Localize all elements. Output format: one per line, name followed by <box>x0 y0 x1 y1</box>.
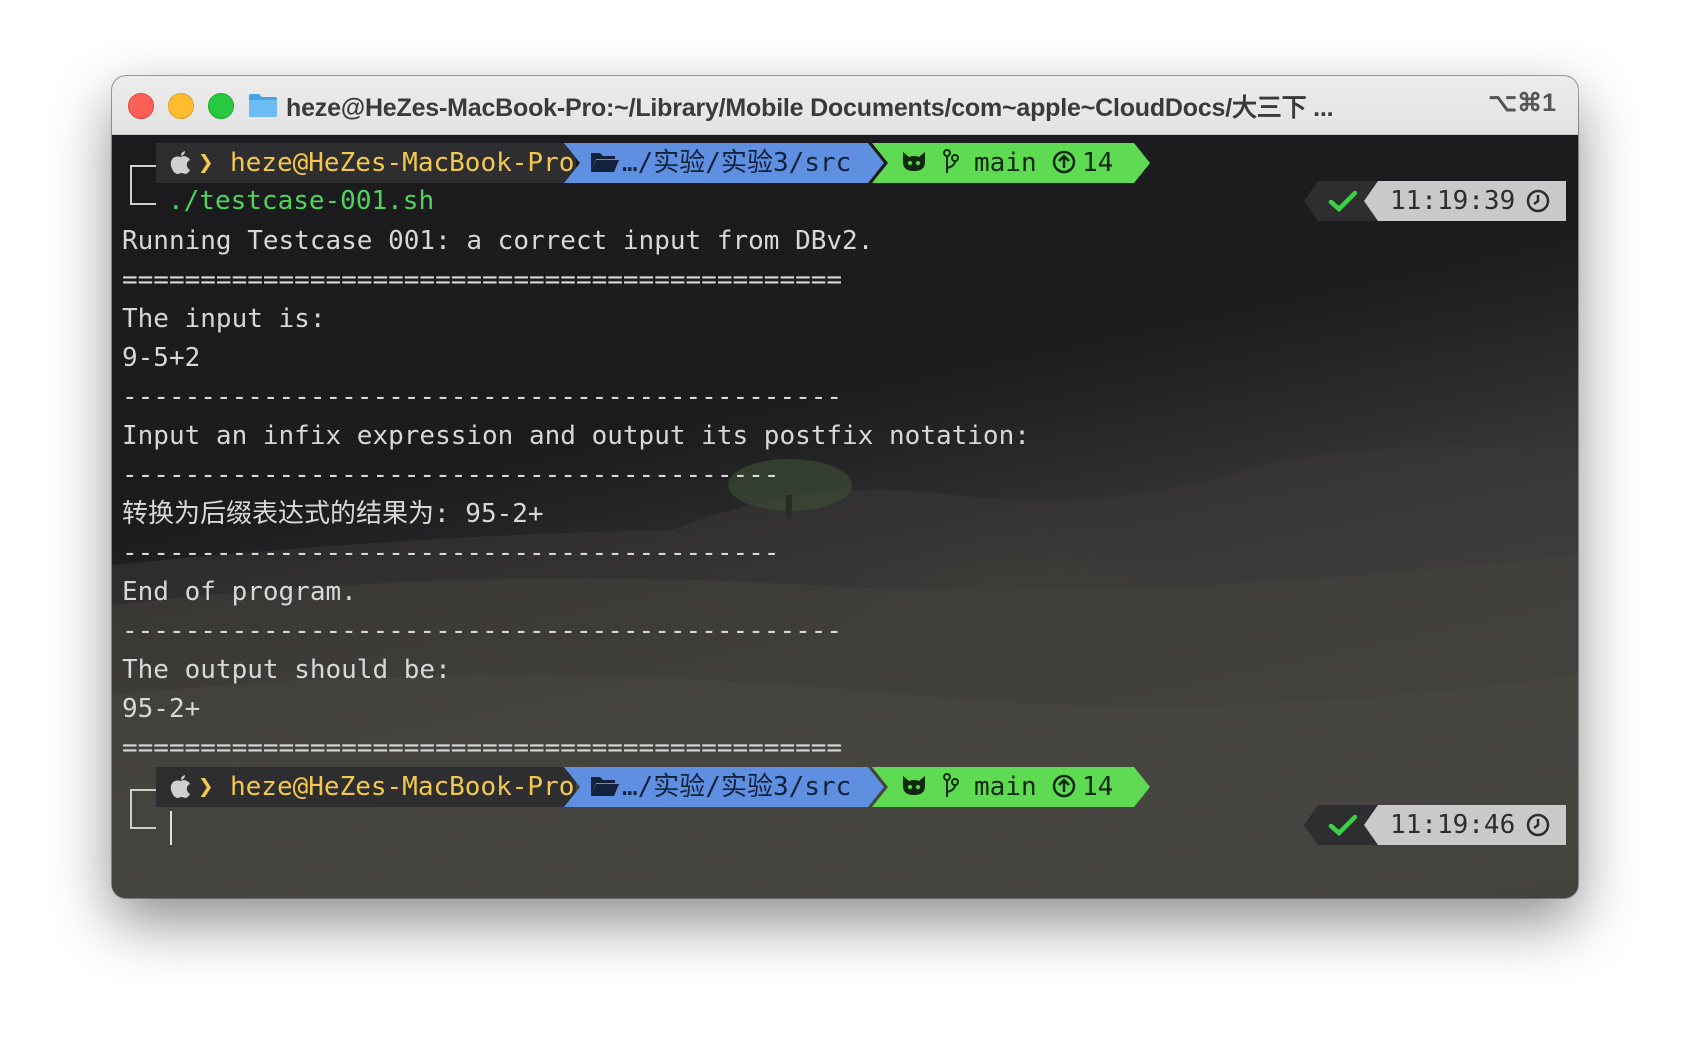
checkmark-icon <box>1328 190 1358 213</box>
folder-open-icon <box>590 143 620 183</box>
github-cat-icon <box>900 143 928 183</box>
apple-icon <box>170 143 192 183</box>
arrow-up-circle-icon <box>1052 767 1076 807</box>
prompt-user-segment: ❯ heze@HeZes-MacBook-Pro <box>156 767 576 807</box>
close-button[interactable] <box>128 93 154 119</box>
status-segment: 11:19:46 <box>1304 805 1566 845</box>
arrow-up-circle-icon <box>1052 143 1076 183</box>
clock-icon <box>1526 813 1550 837</box>
output-line: ========================================… <box>122 265 843 295</box>
window-title: heze@HeZes-MacBook-Pro:~/Library/Mobile … <box>286 94 1334 122</box>
prompt-user-segment: ❯ heze@HeZes-MacBook-Pro <box>156 143 576 183</box>
prompt-line: ❯ heze@HeZes-MacBook-Pro …/实验/实验3/src ma… <box>112 767 1212 807</box>
output-line: 9-5+2 <box>122 343 201 373</box>
output-line: ========================================… <box>122 733 843 763</box>
checkmark-icon <box>1328 814 1358 837</box>
prompt-path-segment: …/实验/实验3/src <box>564 143 884 183</box>
branch-icon <box>942 767 960 807</box>
prompt-git-segment: main 14 <box>872 143 1150 183</box>
status-time-segment: 11:19:46 <box>1364 805 1566 845</box>
status-segment: 11:19:39 <box>1304 181 1566 221</box>
git-ahead-count: 14 <box>1082 772 1114 802</box>
git-ahead-count: 14 <box>1082 148 1114 178</box>
folder-open-icon <box>590 767 620 807</box>
minimize-button[interactable] <box>168 93 194 119</box>
output-line: 95-2+ <box>122 694 201 724</box>
prompt-path-segment: …/实验/实验3/src <box>564 767 884 807</box>
prompt-user-host: heze@HeZes-MacBook-Pro <box>230 772 575 802</box>
clock-icon <box>1526 189 1550 213</box>
output-line: ----------------------------------------… <box>122 616 843 646</box>
output-line: ----------------------------------------… <box>122 460 780 490</box>
output-line: Input an infix expression and output its… <box>122 421 1030 451</box>
command-text: ./testcase-001.sh <box>168 186 435 216</box>
apple-icon <box>170 767 192 807</box>
chevron-right-icon: ❯ <box>198 148 214 178</box>
git-branch-name: main <box>974 148 1037 178</box>
status-time-segment: 11:19:39 <box>1364 181 1566 221</box>
prompt-git-segment: main 14 <box>872 767 1150 807</box>
output-line: End of program. <box>122 577 357 607</box>
text-cursor <box>170 811 172 845</box>
terminal-content[interactable]: ❯ heze@HeZes-MacBook-Pro …/实验/实验3/src ma… <box>112 135 1578 898</box>
output-line: Running Testcase 001: a correct input fr… <box>122 226 874 256</box>
prompt-time: 11:19:46 <box>1390 810 1516 840</box>
title-bar[interactable]: heze@HeZes-MacBook-Pro:~/Library/Mobile … <box>112 76 1578 135</box>
terminal-window: heze@HeZes-MacBook-Pro:~/Library/Mobile … <box>112 76 1578 898</box>
output-line: ----------------------------------------… <box>122 538 780 568</box>
output-line: The input is: <box>122 304 326 334</box>
prompt-path: …/实验/实验3/src <box>622 148 852 178</box>
prompt-line: ❯ heze@HeZes-MacBook-Pro …/实验/实验3/src ma… <box>112 143 1212 183</box>
prompt-user-host: heze@HeZes-MacBook-Pro <box>230 148 575 178</box>
zoom-button[interactable] <box>208 93 234 119</box>
output-line: The output should be: <box>122 655 451 685</box>
prompt-path: …/实验/实验3/src <box>622 772 852 802</box>
chevron-right-icon: ❯ <box>198 772 214 802</box>
output-line: ----------------------------------------… <box>122 382 843 412</box>
window-shortcut: ⌥⌘1 <box>1488 89 1556 117</box>
git-branch-name: main <box>974 772 1037 802</box>
branch-icon <box>942 143 960 183</box>
output-line: 转换为后缀表达式的结果为: 95-2+ <box>122 499 544 529</box>
prompt-time: 11:19:39 <box>1390 186 1516 216</box>
folder-icon <box>249 94 277 117</box>
github-cat-icon <box>900 767 928 807</box>
